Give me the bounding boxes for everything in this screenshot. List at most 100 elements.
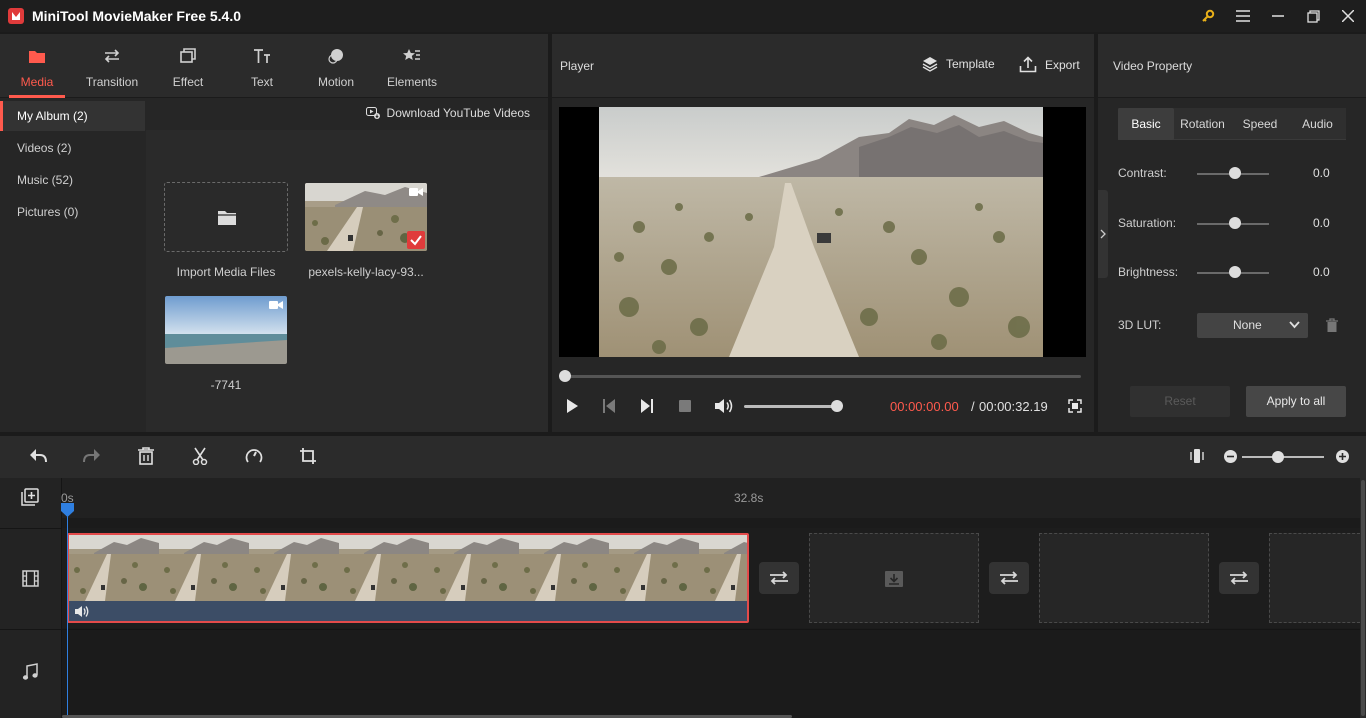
empty-clip-slot[interactable] — [809, 533, 979, 623]
album-sidebar: My Album (2) Videos (2) Music (52) Pictu… — [0, 98, 145, 432]
lut-value: None — [1233, 318, 1262, 332]
tab-elements[interactable]: Elements — [376, 34, 448, 98]
sidebar-item-pictures[interactable]: Pictures (0) — [0, 197, 145, 227]
stop-button[interactable] — [679, 400, 691, 412]
tab-label: Elements — [386, 75, 438, 89]
volume-slider-handle[interactable] — [831, 400, 843, 412]
template-button[interactable]: Template — [922, 56, 995, 72]
volume-icon[interactable] — [714, 398, 734, 414]
timeline-ruler[interactable]: 0s 32.8s — [61, 478, 1366, 518]
transition-slot-button[interactable] — [989, 562, 1029, 594]
folder-icon — [28, 48, 46, 66]
next-frame-button[interactable] — [640, 398, 654, 414]
saturation-label: Saturation: — [1118, 216, 1177, 230]
sidebar-item-music[interactable]: Music (52) — [0, 165, 145, 195]
track-divider — [0, 528, 62, 529]
saturation-value: 0.0 — [1313, 216, 1330, 230]
clip-volume-icon[interactable] — [74, 605, 89, 618]
fullscreen-icon[interactable] — [1068, 399, 1082, 413]
property-title: Video Property — [1113, 59, 1193, 73]
collapse-panel-handle[interactable] — [1098, 190, 1108, 278]
split-scissors-icon[interactable] — [192, 447, 208, 465]
media-item-label: pexels-kelly-lacy-93... — [308, 265, 424, 279]
add-track-icon[interactable] — [21, 488, 39, 506]
tab-audio[interactable]: Audio — [1289, 108, 1346, 140]
trash-icon[interactable] — [1326, 318, 1338, 332]
sidebar-item-my-album[interactable]: My Album (2) — [0, 101, 145, 131]
tab-label: Text — [250, 75, 273, 89]
media-panel: Media Transition Effect Text Motion Elem… — [0, 34, 548, 432]
lut-dropdown[interactable]: None — [1197, 313, 1308, 338]
key-icon[interactable] — [1197, 6, 1219, 26]
library-tabs: Media Transition Effect Text Motion Elem… — [0, 34, 548, 98]
layers-icon — [922, 56, 938, 72]
swap-icon — [770, 571, 788, 585]
previous-frame-button[interactable] — [602, 398, 616, 414]
transition-slot-button[interactable] — [1219, 562, 1259, 594]
crop-icon[interactable] — [299, 447, 317, 465]
import-media-tile[interactable] — [164, 182, 288, 252]
download-youtube-button[interactable]: Download YouTube Videos — [365, 106, 530, 120]
playback-progress-track[interactable] — [565, 375, 1081, 378]
play-button[interactable] — [565, 398, 579, 414]
media-item-thumbnail[interactable] — [165, 296, 287, 364]
tab-label: Motion — [317, 75, 355, 89]
minimize-button[interactable] — [1267, 6, 1289, 26]
tab-basic[interactable]: Basic — [1118, 108, 1174, 140]
zoom-out-icon[interactable] — [1224, 450, 1237, 463]
timeline-vertical-scroll-thumb[interactable] — [1361, 480, 1365, 716]
tab-rotation[interactable]: Rotation — [1174, 108, 1231, 140]
clip-frame — [699, 535, 747, 601]
volume-slider-track[interactable] — [744, 405, 838, 408]
download-youtube-label: Download YouTube Videos — [386, 106, 530, 120]
tab-motion[interactable]: Motion — [300, 34, 372, 98]
export-icon — [1019, 56, 1037, 73]
audio-track[interactable] — [62, 630, 1366, 718]
undo-icon[interactable] — [29, 447, 47, 465]
effect-icon — [179, 48, 197, 66]
clip-frame — [519, 535, 609, 601]
brightness-slider-handle[interactable] — [1229, 266, 1241, 278]
timeline-toolbar — [0, 436, 1366, 478]
fit-timeline-icon[interactable] — [1190, 448, 1204, 464]
sidebar-item-videos[interactable]: Videos (2) — [0, 133, 145, 163]
empty-clip-slot[interactable] — [1039, 533, 1209, 623]
property-header: Video Property — [1098, 34, 1366, 98]
tab-media[interactable]: Media — [1, 34, 73, 98]
brightness-label: Brightness: — [1118, 265, 1179, 279]
tab-speed[interactable]: Speed — [1231, 108, 1289, 140]
speed-icon[interactable] — [245, 447, 263, 465]
export-button[interactable]: Export — [1019, 56, 1080, 73]
contrast-slider-handle[interactable] — [1229, 167, 1241, 179]
selected-check-icon — [407, 231, 425, 249]
maximize-button[interactable] — [1302, 6, 1324, 26]
reset-button[interactable]: Reset — [1130, 386, 1230, 417]
tab-label: Media — [20, 75, 54, 89]
close-button[interactable] — [1337, 6, 1359, 26]
tab-text[interactable]: Text — [226, 34, 298, 98]
playback-progress-handle[interactable] — [559, 370, 571, 382]
media-grid: Download YouTube Videos Import Media Fil… — [146, 98, 548, 432]
tab-transition[interactable]: Transition — [76, 34, 148, 98]
redo-icon[interactable] — [83, 447, 101, 465]
playhead-handle[interactable] — [61, 503, 74, 517]
delete-icon[interactable] — [138, 447, 154, 465]
apply-to-all-button[interactable]: Apply to all — [1246, 386, 1346, 417]
player-header: Player Template Export — [552, 34, 1094, 98]
clip-audio-bar — [69, 601, 747, 621]
tab-effect[interactable]: Effect — [152, 34, 224, 98]
menu-icon[interactable] — [1232, 6, 1254, 26]
media-item-thumbnail[interactable] — [305, 183, 427, 251]
saturation-slider-handle[interactable] — [1229, 217, 1241, 229]
contrast-value: 0.0 — [1313, 166, 1330, 180]
empty-clip-slot[interactable] — [1269, 533, 1360, 623]
zoom-slider-handle[interactable] — [1272, 451, 1284, 463]
zoom-in-icon[interactable] — [1336, 450, 1349, 463]
video-preview[interactable] — [559, 107, 1086, 357]
transition-slot-button[interactable] — [759, 562, 799, 594]
video-clip[interactable] — [67, 533, 749, 623]
app-logo-icon — [8, 8, 24, 24]
brightness-value: 0.0 — [1313, 265, 1330, 279]
video-property-panel: Video Property Basic Rotation Speed Audi… — [1098, 34, 1366, 432]
playhead-line — [67, 510, 68, 718]
